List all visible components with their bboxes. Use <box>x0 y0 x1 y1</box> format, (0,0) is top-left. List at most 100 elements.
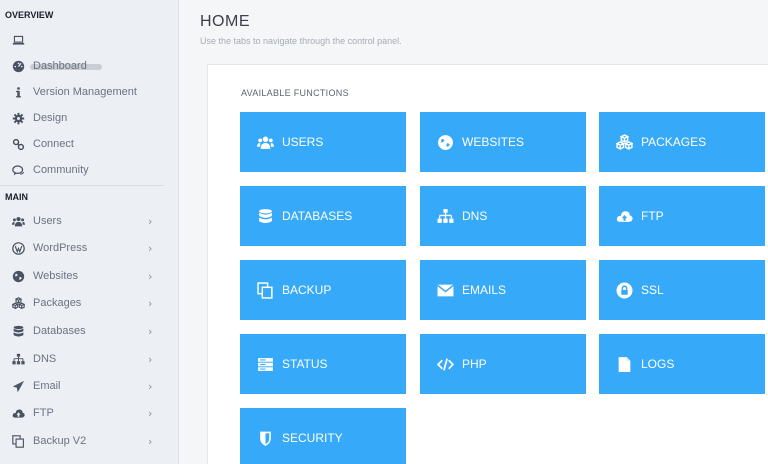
tile-label: FTP <box>641 209 664 223</box>
cloud-upload-icon <box>11 406 25 420</box>
gear-icon <box>11 111 25 125</box>
database-icon <box>256 207 274 225</box>
sidebar-divider <box>0 185 164 186</box>
sidebar-item-label: Version Management <box>33 86 137 98</box>
chevron-right-icon: › <box>148 406 153 420</box>
sidebar-item-websites[interactable]: Websites › <box>0 263 178 289</box>
tile-label: DNS <box>462 209 488 223</box>
server-icon <box>256 355 274 373</box>
tile-packages[interactable]: PACKAGES <box>599 112 765 172</box>
tile-label: DATABASES <box>282 209 353 223</box>
sidebar-item-version-management[interactable]: Version Management <box>0 79 178 105</box>
sidebar-item-label: Connect <box>33 138 74 150</box>
tile-label: WEBSITES <box>462 135 525 149</box>
tile-label: USERS <box>282 135 324 149</box>
sidebar-item-design[interactable]: Design <box>0 105 178 131</box>
globe-icon <box>11 269 25 283</box>
overview-heading: OVERVIEW <box>5 10 54 20</box>
sidebar-item-label: Email <box>33 380 61 392</box>
tile-php[interactable]: PHP <box>420 334 586 394</box>
sidebar-item-label: WordPress <box>33 242 88 254</box>
sidebar-item-databases[interactable]: Databases › <box>0 318 178 344</box>
page-subtitle: Use the tabs to navigate through the con… <box>200 36 402 46</box>
database-icon <box>11 324 25 338</box>
tile-label: SSL <box>641 283 664 297</box>
panel-title: AVAILABLE FUNCTIONS <box>241 88 349 98</box>
sidebar: OVERVIEW Dashboard Version Management De… <box>0 0 179 464</box>
sitemap-icon <box>11 352 25 366</box>
sidebar-item-label: FTP <box>33 407 54 419</box>
functions-panel: AVAILABLE FUNCTIONS USERS WEBSITES PACKA… <box>207 64 768 464</box>
tile-security[interactable]: SECURITY <box>240 408 406 464</box>
sidebar-item-email[interactable]: Email › <box>0 373 178 399</box>
chevron-right-icon: › <box>148 324 153 338</box>
sidebar-item-connect[interactable]: Connect <box>0 131 178 157</box>
tile-label: STATUS <box>282 357 328 371</box>
tile-logs[interactable]: LOGS <box>599 334 765 394</box>
sidebar-item-label: Databases <box>33 325 86 337</box>
tile-label: LOGS <box>641 357 675 371</box>
sidebar-item-label: Backup V2 <box>33 435 87 447</box>
sitemap-icon <box>436 207 454 225</box>
sidebar-item-users[interactable]: Users › <box>0 208 178 234</box>
tile-label: SECURITY <box>282 431 343 445</box>
sidebar-item-label: Dashboard <box>33 60 87 72</box>
user-account-item[interactable] <box>0 27 178 70</box>
comments-icon <box>11 163 25 177</box>
sidebar-item-dns[interactable]: DNS › <box>0 346 178 372</box>
sidebar-item-dashboard[interactable]: Dashboard <box>0 53 178 79</box>
chevron-right-icon: › <box>148 214 153 228</box>
lock-icon <box>615 281 633 299</box>
main-heading: MAIN <box>5 192 28 202</box>
sidebar-item-label: Community <box>33 164 89 176</box>
chevron-right-icon: › <box>148 269 153 283</box>
chevron-right-icon: › <box>148 296 153 310</box>
main-content: HOME Use the tabs to navigate through th… <box>179 0 768 464</box>
cubes-icon <box>615 133 633 151</box>
tile-emails[interactable]: EMAILS <box>420 260 586 320</box>
info-icon <box>11 85 25 99</box>
sidebar-item-community[interactable]: Community <box>0 157 178 183</box>
chevron-right-icon: › <box>148 241 153 255</box>
tile-ftp[interactable]: FTP <box>599 186 765 246</box>
file-icon <box>615 355 633 373</box>
tile-label: PHP <box>462 357 487 371</box>
copy-icon <box>11 434 25 448</box>
sidebar-item-label: Websites <box>33 270 79 282</box>
tile-databases[interactable]: DATABASES <box>240 186 406 246</box>
sidebar-item-label: Users <box>33 215 62 227</box>
dashboard-icon <box>11 59 25 73</box>
chevron-right-icon: › <box>148 379 153 393</box>
wordpress-icon <box>11 241 25 255</box>
tile-backup[interactable]: BACKUP <box>240 260 406 320</box>
chevron-right-icon: › <box>148 434 153 448</box>
tile-label: EMAILS <box>462 283 507 297</box>
cubes-icon <box>11 296 25 310</box>
tile-label: PACKAGES <box>641 135 707 149</box>
copy-icon <box>256 281 274 299</box>
tile-ssl[interactable]: SSL <box>599 260 765 320</box>
sidebar-item-packages[interactable]: Packages › <box>0 290 178 316</box>
sidebar-item-label: DNS <box>33 353 57 365</box>
sidebar-item-wordpress[interactable]: WordPress › <box>0 235 178 261</box>
tile-dns[interactable]: DNS <box>420 186 586 246</box>
paper-plane-icon <box>11 379 25 393</box>
sidebar-item-backup-v2[interactable]: Backup V2 › <box>0 428 178 454</box>
envelope-icon <box>436 281 454 299</box>
tile-status[interactable]: STATUS <box>240 334 406 394</box>
sidebar-item-label: Design <box>33 112 68 124</box>
sidebar-item-label: Packages <box>33 297 82 309</box>
chevron-right-icon: › <box>148 352 153 366</box>
page-title: HOME <box>200 13 250 30</box>
link-icon <box>11 137 25 151</box>
sidebar-item-ftp[interactable]: FTP › <box>0 400 178 426</box>
tile-websites[interactable]: WEBSITES <box>420 112 586 172</box>
users-icon <box>11 214 25 228</box>
tile-label: BACKUP <box>282 283 332 297</box>
code-icon <box>436 355 454 373</box>
cloud-upload-icon <box>615 207 633 225</box>
globe-icon <box>436 133 454 151</box>
tile-users[interactable]: USERS <box>240 112 406 172</box>
laptop-icon <box>11 33 25 47</box>
shield-icon <box>256 429 274 447</box>
